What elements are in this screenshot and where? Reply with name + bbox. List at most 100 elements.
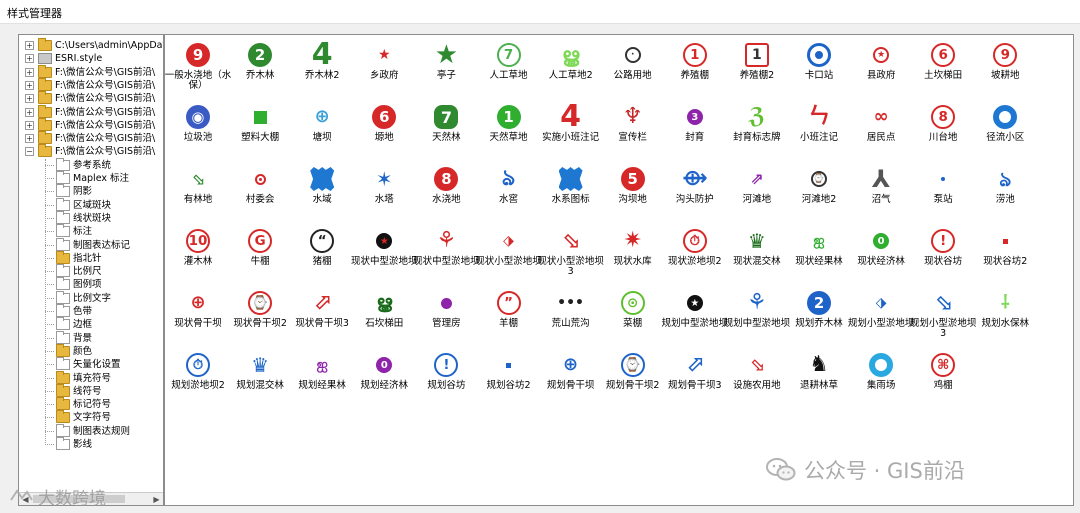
symbol-item[interactable]: 9 一般水浇地（水保） [165, 37, 231, 97]
symbol-item[interactable]: ✷ 现状水库 [602, 223, 664, 283]
symbol-item[interactable]: ♛ 规划混交林 [229, 347, 291, 407]
symbol-item[interactable]: 卡口站 [788, 37, 850, 97]
symbol-item[interactable]: 9 坡耕地 [974, 37, 1036, 97]
symbol-item[interactable]: 水域 [291, 161, 353, 221]
tree-item[interactable]: 阴影 [41, 184, 163, 198]
symbol-item[interactable]: ⬀ 规划骨干坝3 [664, 347, 726, 407]
symbol-item[interactable]: 径流小区 [974, 99, 1036, 159]
tree-item[interactable]: 制图表达规则 [41, 423, 163, 438]
symbol-item[interactable]: ⌚ 规划骨干坝2 [602, 347, 664, 407]
tree-item[interactable]: 矢量化设置 [41, 357, 163, 371]
symbol-item[interactable]: ⊕ 现状骨干坝 [167, 285, 229, 345]
tree-item[interactable]: 边框 [41, 317, 163, 331]
expand-icon[interactable]: + [25, 107, 34, 117]
tree-item[interactable]: 比例文字 [41, 290, 163, 305]
symbol-item[interactable]: 2 乔木林 [229, 37, 291, 97]
symbol-item[interactable]: ★ 县政府 [850, 37, 912, 97]
symbol-item[interactable]: ⌚ 现状骨干坝2 [229, 285, 291, 345]
tree-item[interactable]: 标注 [41, 224, 163, 238]
symbol-item[interactable]: 集雨场 [850, 347, 912, 407]
collapse-icon[interactable]: − [25, 147, 34, 157]
symbol-item[interactable]: ൠ 人工草地2 [540, 37, 602, 97]
symbol-item[interactable]: 3 封育 [664, 99, 726, 159]
symbol-item[interactable]: ⊕ 规划骨干坝 [540, 347, 602, 407]
symbol-item[interactable]: 4 乔木林2 [291, 37, 353, 97]
symbol-item[interactable]: ⊕ 塘坝 [291, 99, 353, 159]
symbol-item[interactable]: ⌚ 河滩地2 [788, 161, 850, 221]
tree-item[interactable]: 线状斑块 [41, 210, 163, 225]
expand-icon[interactable]: + [25, 94, 34, 104]
expand-icon[interactable]: + [25, 120, 34, 130]
symbol-item[interactable]: ⟴ 沟头防护 [664, 161, 726, 221]
symbol-item[interactable]: ” 羊棚 [478, 285, 540, 345]
symbol-item[interactable]: 7 人工草地 [478, 37, 540, 97]
symbol-item[interactable]: ♛ 现状混交林 [726, 223, 788, 283]
symbol-item[interactable]: ஐ 现状经果林 [788, 223, 850, 283]
expand-icon[interactable]: + [25, 80, 34, 90]
symbol-item[interactable]: ♞ 退耕林草 [788, 347, 850, 407]
symbol-item[interactable]: 1 养殖棚 [664, 37, 726, 97]
symbol-item[interactable]: 6 塬地 [353, 99, 415, 159]
symbol-item[interactable]: ◉ 垃圾池 [167, 99, 229, 159]
tree-item[interactable]: + F:\微信公众号\GIS前沿\ [25, 117, 163, 132]
symbol-item[interactable]: ★ 亭子 [415, 37, 477, 97]
tree-item[interactable]: + F:\微信公众号\GIS前沿\ [25, 131, 163, 145]
symbol-item[interactable]: ✶ 水塔 [353, 161, 415, 221]
symbol-item[interactable]: ⬂ 设施农用地 [726, 347, 788, 407]
symbol-item[interactable]: ⬗ 现状小型淤地坝 [475, 223, 542, 283]
tree-item[interactable]: + F:\微信公众号\GIS前沿\ [25, 64, 163, 79]
symbol-item[interactable]: 泵站 [912, 161, 974, 221]
expand-icon[interactable]: + [25, 134, 34, 144]
symbol-item[interactable]: ⚘ 现状中型淤地坝 [413, 223, 480, 283]
symbol-item[interactable]: 6 土坎梯田 [912, 37, 974, 97]
symbol-item[interactable]: ⬂ 规划小型淤地坝3 [910, 285, 977, 345]
symbol-item[interactable]: 7 天然林 [415, 99, 477, 159]
symbol-item[interactable]: ㄣ小班注记 [788, 99, 850, 159]
symbol-item[interactable]: ⚘ 规划中型淤地坝 [724, 285, 791, 345]
symbol-item[interactable]: 管理房 [415, 285, 477, 345]
expand-icon[interactable]: + [25, 41, 34, 50]
symbol-item[interactable]: ஐ 规划经果林 [291, 347, 353, 407]
symbol-item[interactable]: ⌘ 鸡棚 [912, 347, 974, 407]
tree-item[interactable]: 影线 [41, 437, 163, 451]
style-tree[interactable]: + C:\Users\admin\AppData\ + ESRI.style + F:\微… [18, 34, 164, 506]
symbol-item[interactable]: ℨ 封育标志牌 [726, 99, 788, 159]
symbol-item[interactable]: ⬗ 规划小型淤地坝 [848, 285, 915, 345]
symbol-item[interactable]: ⇗ 河滩地 [726, 161, 788, 221]
symbol-item[interactable]: “ 猪棚 [291, 223, 353, 283]
symbol-item[interactable]: ⊙ 菜棚 [602, 285, 664, 345]
symbol-item[interactable]: ⏱ 规划淤地坝2 [167, 347, 229, 407]
tree-item[interactable]: + F:\微信公众号\GIS前沿\ [25, 77, 163, 92]
symbol-item[interactable]: 1 天然草地 [478, 99, 540, 159]
symbol-item[interactable]: 1 养殖棚2 [726, 37, 788, 97]
symbol-item[interactable]: 水系图标 [540, 161, 602, 221]
tree-item[interactable]: 参考系统 [41, 157, 163, 172]
symbol-item[interactable]: 5 沟坝地 [602, 161, 664, 221]
tree-item[interactable]: − F:\微信公众号\GIS前沿\ [25, 144, 163, 158]
symbol-item[interactable]: G 牛棚 [229, 223, 291, 283]
symbol-item[interactable]: 0 规划经济林 [353, 347, 415, 407]
tree-item[interactable]: 比例尺 [41, 264, 163, 278]
tree-item[interactable]: 色带 [41, 304, 163, 318]
tree-item[interactable]: 填充符号 [41, 370, 163, 385]
symbol-item[interactable]: ★ 现状中型淤地坝 [351, 223, 418, 283]
symbol-item[interactable]: 4 实施小班注记 [540, 99, 602, 159]
symbol-item[interactable]: 10 灌木林 [167, 223, 229, 283]
symbol-item[interactable]: ⸸ 规划水保林 [974, 285, 1036, 345]
tree-item[interactable]: 颜色 [41, 343, 163, 358]
symbol-item[interactable]: ঌ 水窖 [478, 161, 540, 221]
symbol-item[interactable]: ⅄ 沼气 [850, 161, 912, 221]
symbol-item[interactable]: 8 川台地 [912, 99, 974, 159]
expand-icon[interactable]: + [25, 54, 34, 64]
tree-item[interactable]: Maplex 标注 [41, 171, 163, 185]
tree-item[interactable]: 制图表达标记 [41, 237, 163, 252]
tree-item[interactable]: 图例项 [41, 277, 163, 291]
symbol-item[interactable]: ! 规划谷坊 [415, 347, 477, 407]
symbol-item[interactable]: 塑料大棚 [229, 99, 291, 159]
tree-item[interactable]: + F:\微信公众号\GIS前沿\ [25, 91, 163, 105]
symbol-item[interactable]: ♆ 宣传栏 [602, 99, 664, 159]
symbol-item[interactable]: 2 规划乔木林 [788, 285, 850, 345]
symbol-item[interactable]: ∞ 居民点 [850, 99, 912, 159]
symbol-item[interactable]: ⬂ 有林地 [167, 161, 229, 221]
tree-item[interactable]: 标记符号 [41, 397, 163, 411]
